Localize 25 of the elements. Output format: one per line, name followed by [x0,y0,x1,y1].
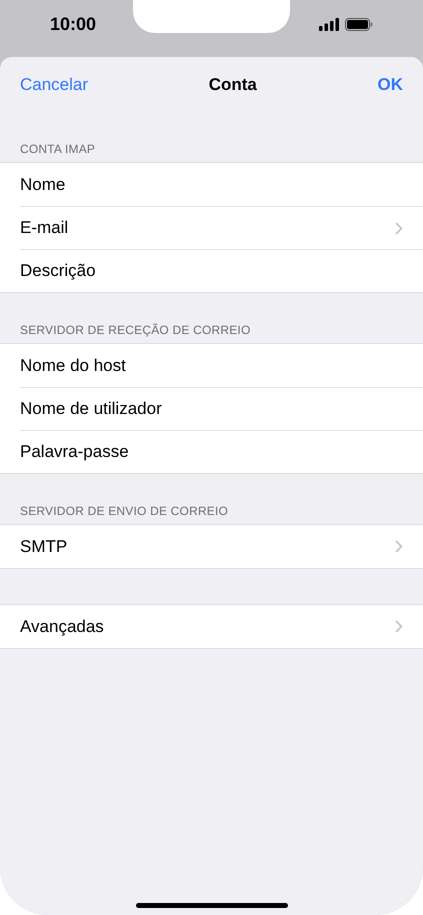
cancel-button[interactable]: Cancelar [20,74,88,94]
settings-row[interactable]: Palavra-passe [20,430,423,473]
settings-row[interactable]: SMTP [20,525,423,568]
row-label: Avançadas [20,616,104,636]
settings-row[interactable]: Nome do host [20,344,423,387]
status-time: 10:00 [50,14,96,35]
row-label: Descrição [20,261,96,281]
row-label: Nome de utilizador [20,399,162,419]
settings-row[interactable]: Nome de utilizador [20,387,423,430]
nav-title: Conta [208,74,257,94]
ok-button[interactable]: OK [378,74,403,94]
battery-icon [345,18,373,31]
section-header: CONTA IMAP [19,141,96,158]
row-label: Nome do host [20,356,126,376]
section-header: SERVIDOR DE ENVIO DE CORREIO [19,503,230,520]
row-label: Nome [20,174,66,194]
row-label: SMTP [20,536,68,556]
row-label: Palavra-passe [20,442,129,462]
signal-icon [319,18,339,31]
settings-row[interactable]: Nome [20,163,423,206]
settings-row[interactable]: E-mail [20,206,423,249]
settings-row[interactable]: Descrição [20,249,423,292]
section-header: SERVIDOR DE RECEÇÃO DE CORREIO [19,322,252,339]
settings-row[interactable]: Avançadas [20,605,423,648]
row-label: E-mail [20,218,68,238]
